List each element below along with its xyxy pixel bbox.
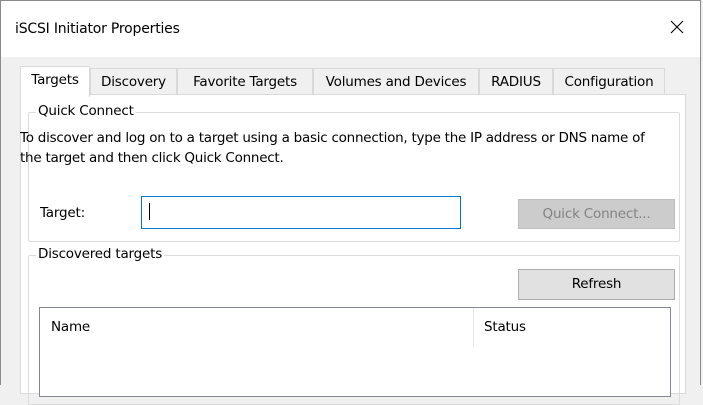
tab-discovery[interactable]: Discovery [90,68,177,94]
title-bar: iSCSI Initiator Properties [1,1,700,57]
target-input[interactable] [141,196,461,229]
quick-connect-description: To discover and log on to a target using… [20,130,645,166]
tab-volumes-and-devices[interactable]: Volumes and Devices [313,68,479,94]
discovered-targets-list[interactable]: Name Status [39,307,671,397]
text-caret [149,203,150,220]
discovered-targets-group-title: Discovered targets [36,246,165,262]
quick-connect-button[interactable]: Quick Connect... [518,199,675,229]
refresh-button[interactable]: Refresh [518,269,675,300]
close-icon [670,20,684,34]
window-title: iSCSI Initiator Properties [15,21,180,37]
tab-radius[interactable]: RADIUS [479,68,553,94]
column-header-name[interactable]: Name [40,308,473,346]
close-button[interactable] [654,7,700,47]
tab-targets[interactable]: Targets [20,66,90,97]
target-label: Target: [40,205,85,221]
tab-configuration[interactable]: Configuration [553,68,665,94]
column-header-status[interactable]: Status [473,308,670,346]
quick-connect-group-title: Quick Connect [36,103,136,119]
tab-favorite-targets[interactable]: Favorite Targets [177,68,313,94]
dialog-window: iSCSI Initiator Properties Targets Disco… [0,0,701,405]
